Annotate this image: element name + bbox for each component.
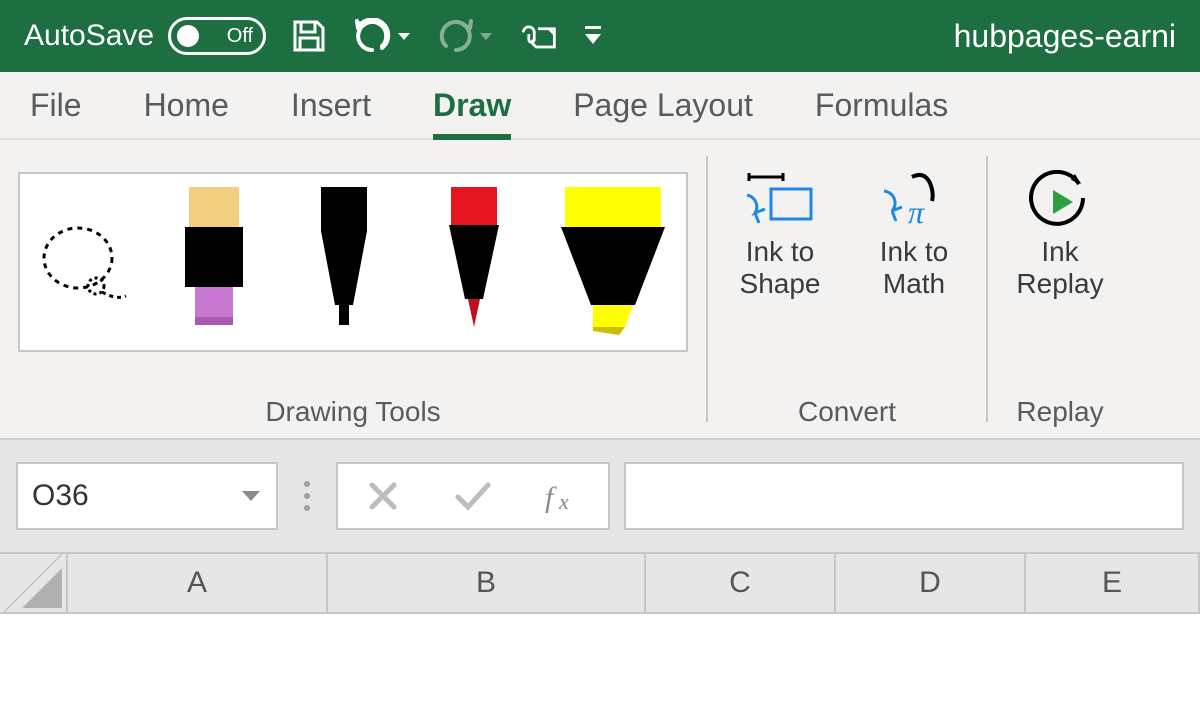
column-header-c[interactable]: C [646, 554, 836, 612]
formula-bar-options[interactable] [292, 481, 322, 511]
ink-to-shape-button[interactable]: Ink to Shape [726, 170, 834, 300]
column-header-b[interactable]: B [328, 554, 646, 612]
autosave-state: Off [227, 25, 253, 48]
pen-red[interactable] [424, 187, 524, 337]
column-header-d[interactable]: D [836, 554, 1026, 612]
undo-split-button[interactable] [352, 15, 412, 57]
column-header-a[interactable]: A [68, 554, 328, 612]
tab-formulas[interactable]: Formulas [815, 87, 948, 138]
redo-icon[interactable] [434, 15, 476, 57]
group-drawing-tools: Drawing Tools [0, 140, 706, 438]
save-button[interactable] [288, 15, 330, 57]
pen-black[interactable] [294, 187, 394, 337]
autosave-switch[interactable]: Off [168, 17, 266, 55]
redo-split-button[interactable] [434, 15, 494, 57]
select-all-corner[interactable] [0, 554, 68, 612]
undo-icon[interactable] [352, 15, 394, 57]
highlighter-yellow[interactable] [554, 187, 672, 337]
tab-file[interactable]: File [30, 87, 82, 138]
column-headers: A B C D E [0, 552, 1200, 614]
ink-to-shape-label: Ink to Shape [726, 236, 834, 300]
formula-bar-buttons: f x [336, 462, 610, 530]
undo-dropdown-caret[interactable] [396, 31, 412, 41]
group-label-drawing-tools: Drawing Tools [265, 396, 440, 434]
tab-insert[interactable]: Insert [291, 87, 371, 138]
enter-button[interactable] [428, 464, 518, 528]
ink-to-shape-icon [741, 170, 819, 230]
group-label-convert: Convert [798, 396, 896, 434]
column-header-e[interactable]: E [1026, 554, 1200, 612]
tab-home[interactable]: Home [144, 87, 229, 138]
ribbon: Drawing Tools Ink to Shape [0, 140, 1200, 440]
ink-replay-label: Ink Replay [1006, 236, 1114, 300]
cancel-button[interactable] [338, 464, 428, 528]
svg-text:π: π [908, 194, 925, 229]
worksheet-grid[interactable] [0, 614, 1200, 704]
name-box[interactable]: O36 [16, 462, 278, 530]
svg-text:x: x [558, 489, 569, 513]
tab-page-layout[interactable]: Page Layout [573, 87, 753, 138]
svg-text:f: f [545, 481, 557, 513]
redo-dropdown-caret[interactable] [478, 31, 494, 41]
formula-bar: O36 f x [0, 440, 1200, 552]
autosave-toggle[interactable]: AutoSave Off [24, 17, 266, 55]
customize-qat-button[interactable] [580, 15, 606, 57]
group-convert: Ink to Shape π Ink to Math Convert [708, 140, 986, 438]
ink-replay-button[interactable]: Ink Replay [1006, 170, 1114, 300]
name-box-caret-icon[interactable] [240, 489, 262, 503]
group-replay: Ink Replay Replay [988, 140, 1132, 438]
insert-function-button[interactable]: f x [518, 464, 608, 528]
group-label-replay: Replay [1016, 396, 1103, 434]
formula-input[interactable] [624, 462, 1184, 530]
title-bar: AutoSave Off [0, 0, 1200, 72]
name-box-value: O36 [32, 479, 89, 513]
pen-gallery [18, 172, 688, 352]
document-title: hubpages-earni [954, 18, 1176, 55]
toggle-knob [177, 25, 199, 47]
ink-to-math-button[interactable]: π Ink to Math [860, 170, 968, 300]
ink-to-math-icon: π [878, 170, 950, 230]
ink-replay-icon [1025, 170, 1095, 230]
ribbon-tabs: File Home Insert Draw Page Layout Formul… [0, 72, 1200, 140]
lasso-select-tool[interactable] [34, 187, 134, 337]
attach-button[interactable] [516, 15, 558, 57]
ink-to-math-label: Ink to Math [860, 236, 968, 300]
pen-tan-purple[interactable] [164, 187, 264, 337]
tab-draw[interactable]: Draw [433, 87, 511, 138]
autosave-label: AutoSave [24, 19, 154, 53]
